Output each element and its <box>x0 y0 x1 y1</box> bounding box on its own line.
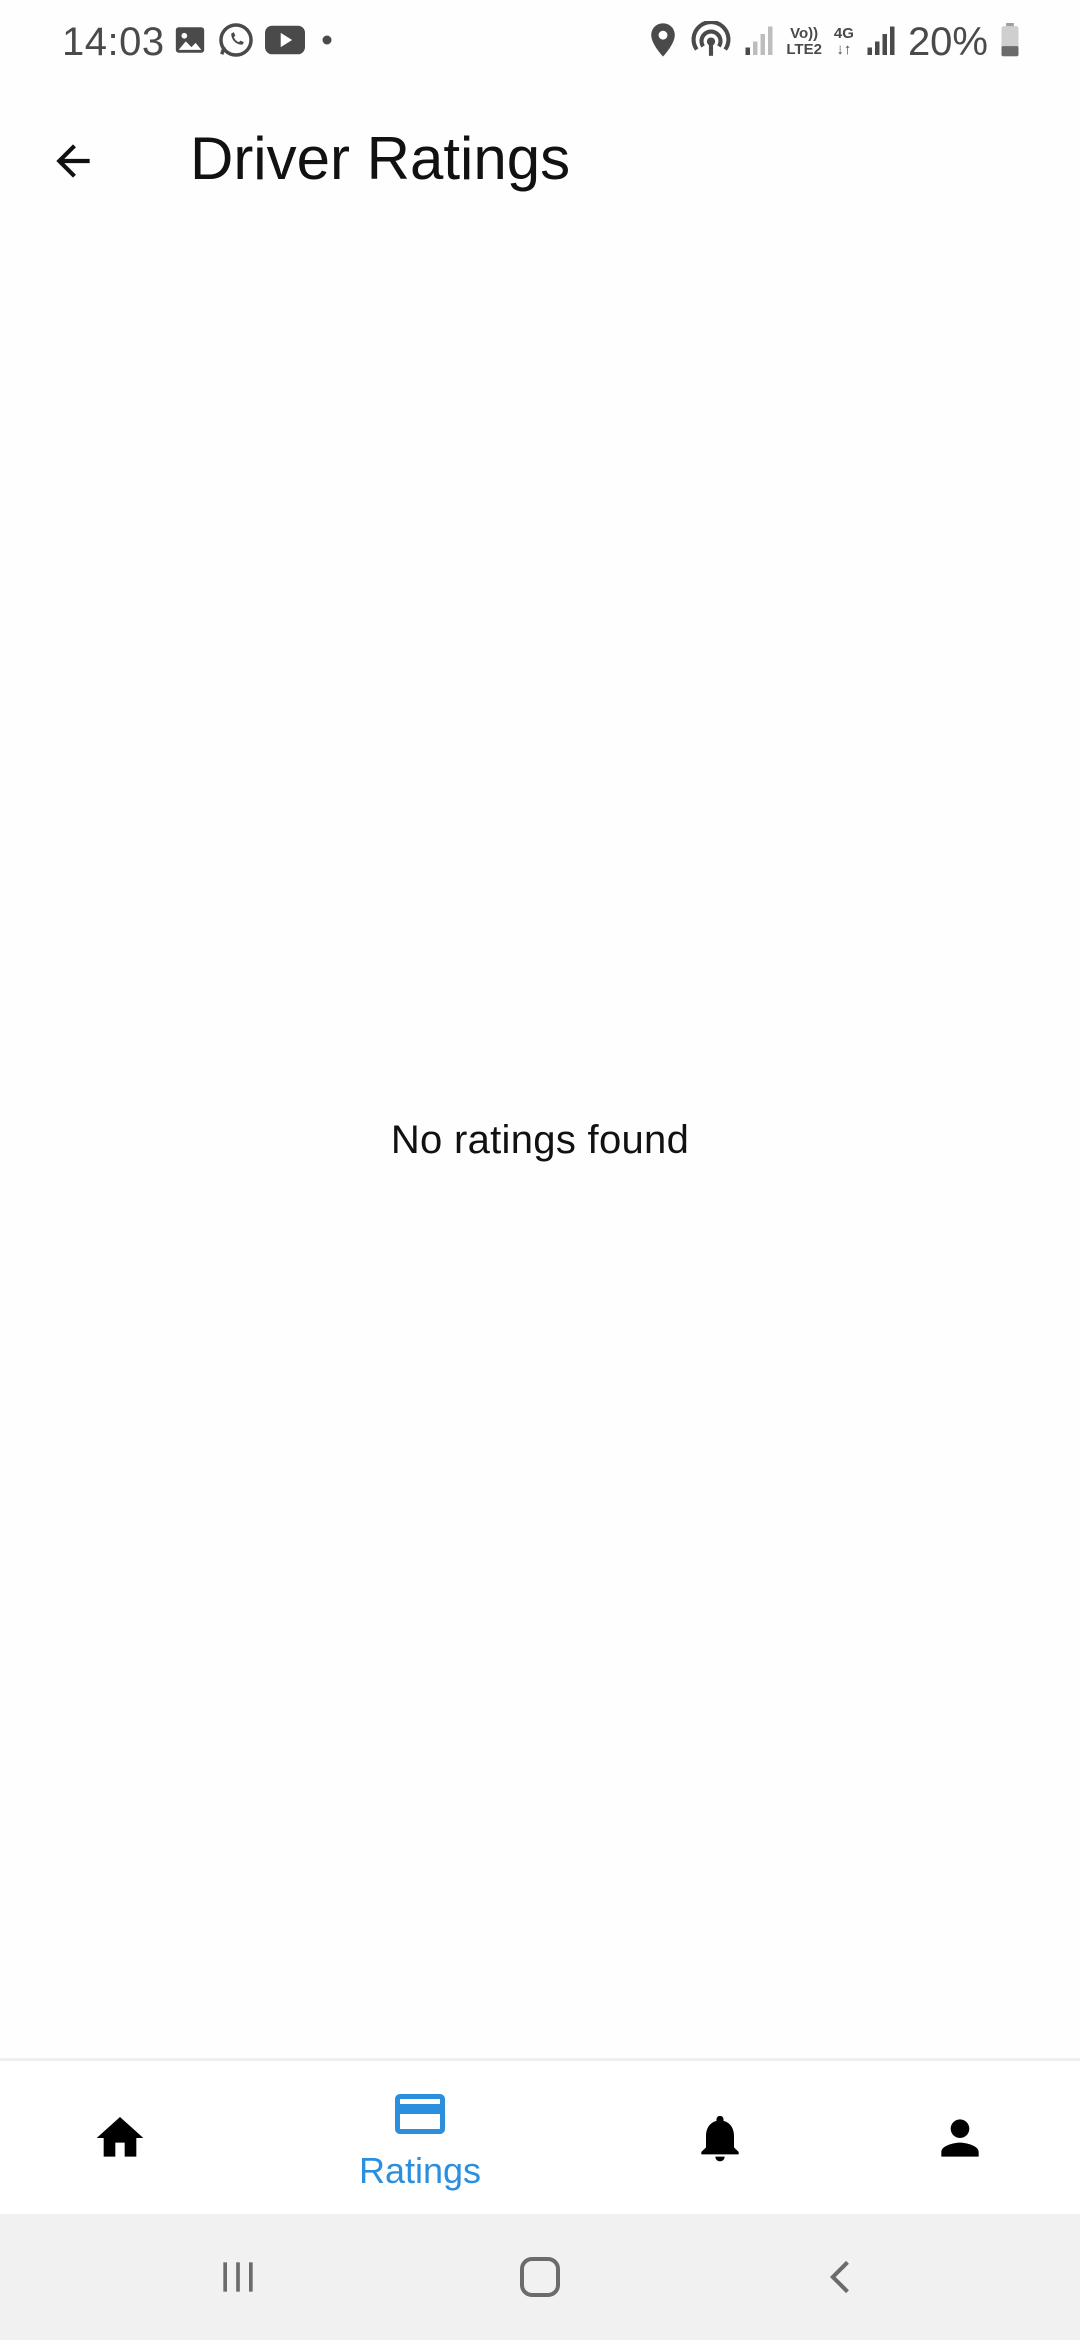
data-type-label: 4G <box>833 25 854 42</box>
home-button[interactable] <box>495 2238 585 2316</box>
chevron-left-icon <box>829 2260 849 2294</box>
recent-apps-icon <box>223 2262 253 2292</box>
status-time: 14:03 <box>62 20 165 64</box>
system-back-button[interactable] <box>797 2238 887 2316</box>
gallery-icon <box>173 23 207 62</box>
system-status-icons: Vo)) LTE2 4G ↓↑ 20% <box>648 20 1020 64</box>
notification-icons <box>173 22 339 62</box>
nav-home[interactable] <box>40 2061 200 2214</box>
whatsapp-icon <box>217 21 255 64</box>
empty-state-message: No ratings found <box>390 1118 690 1162</box>
signal-1-icon <box>744 23 774 62</box>
more-notifications-dot <box>315 28 339 57</box>
bottom-navigation: Ratings <box>0 2058 1080 2214</box>
data-indicator: 4G ↓↑ <box>834 26 854 58</box>
nav-ratings[interactable]: Ratings <box>320 2061 520 2214</box>
location-icon <box>648 22 678 63</box>
home-square-icon <box>520 2257 560 2297</box>
volte-indicator: Vo)) LTE2 <box>786 26 822 58</box>
volte-label: Vo)) <box>790 25 819 42</box>
battery-icon <box>1000 22 1020 62</box>
person-icon <box>941 2118 979 2157</box>
page-title: Driver Ratings <box>190 125 571 192</box>
home-icon <box>96 2116 144 2157</box>
lte-label: LTE2 <box>786 41 822 58</box>
nav-profile[interactable] <box>880 2061 1040 2214</box>
hotspot-icon <box>690 19 732 64</box>
back-button[interactable] <box>38 126 108 196</box>
status-bar: 14:03 Vo)) LTE2 4G ↓↑ 20% <box>0 0 1080 88</box>
signal-2-icon <box>866 23 896 62</box>
nav-notifications[interactable] <box>640 2061 800 2214</box>
arrow-left-icon <box>56 144 90 178</box>
app-bar: Driver Ratings <box>0 88 1080 228</box>
data-arrows-icon: ↓↑ <box>836 41 852 58</box>
youtube-icon <box>265 24 305 61</box>
battery-percent: 20% <box>907 19 988 64</box>
nav-ratings-label: Ratings <box>358 2149 482 2191</box>
card-icon <box>395 2093 445 2134</box>
bell-icon <box>701 2115 739 2161</box>
system-navigation-bar <box>0 2214 1080 2340</box>
recent-apps-button[interactable] <box>193 2238 283 2316</box>
